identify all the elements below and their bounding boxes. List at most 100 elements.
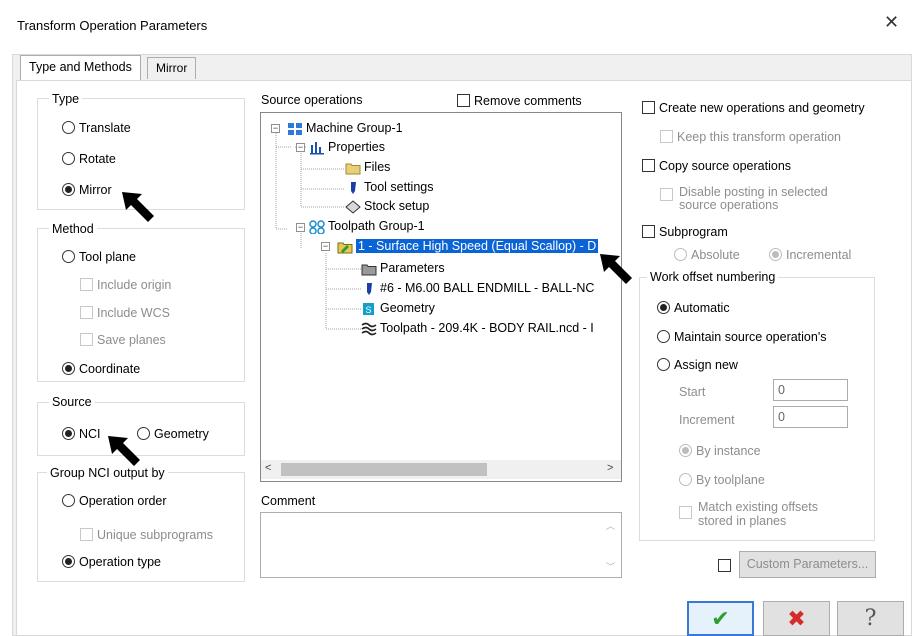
expander-operation[interactable]: − — [321, 242, 330, 251]
tab-type-and-methods[interactable]: Type and Methods — [20, 55, 141, 81]
checkbox-label: Save planes — [97, 332, 166, 347]
radio-label: Rotate — [79, 151, 116, 166]
tab-label: Type and Methods — [29, 60, 132, 74]
radio-label: Geometry — [154, 426, 209, 441]
cancel-button[interactable]: ✖ — [763, 601, 830, 636]
tree-item-tool-settings[interactable]: Tool settings — [345, 178, 433, 196]
tree-item-tool[interactable]: #6 - M6.00 BALL ENDMILL - BALL-NC — [361, 279, 594, 297]
radio-rotate[interactable]: Rotate — [62, 151, 116, 166]
checkbox-label: Subprogram — [659, 224, 728, 239]
source-operations-tree[interactable]: − Machine Group-1 − Properties Files Too… — [260, 112, 622, 482]
toolpath-icon — [361, 322, 377, 335]
tree-item-label: Tool settings — [364, 180, 434, 194]
checkbox-copy-source[interactable]: Copy source operations — [642, 158, 791, 173]
tab-mirror[interactable]: Mirror — [147, 57, 197, 79]
work-offset-label: Work offset numbering — [647, 270, 779, 284]
checkbox-icon — [457, 94, 470, 108]
radio-translate[interactable]: Translate — [62, 120, 131, 135]
increment-input[interactable]: 0 — [773, 406, 848, 428]
tree-item-toolpath[interactable]: Toolpath - 209.4K - BODY RAIL.ncd - I — [361, 319, 594, 337]
radio-label: Operation order — [79, 493, 167, 508]
checkbox-remove-comments[interactable]: Remove comments — [457, 93, 582, 108]
endmill-icon — [367, 282, 372, 295]
checkbox-include-wcs[interactable]: Include WCS — [80, 305, 170, 320]
checkbox-label: Match existing offsets stored in planes — [698, 500, 818, 528]
radio-icon — [657, 358, 670, 372]
tree-item-label: Properties — [328, 140, 385, 154]
parameters-folder-icon — [361, 264, 377, 276]
radio-tool-plane[interactable]: Tool plane — [62, 249, 136, 264]
radio-icon — [657, 330, 670, 344]
radio-mirror[interactable]: Mirror — [62, 182, 112, 197]
scroll-left-icon[interactable]: < — [265, 462, 271, 474]
checkbox-create-new[interactable]: Create new operations and geometry — [642, 100, 865, 115]
checkbox-label: Copy source operations — [659, 158, 792, 173]
checkbox-include-origin[interactable]: Include origin — [80, 277, 171, 292]
annotation-arrow-operation — [600, 254, 632, 284]
tree-item-files[interactable]: Files — [345, 158, 390, 176]
geometry-icon: S — [363, 302, 374, 315]
radio-label: Tool plane — [79, 249, 136, 264]
expander-machine-group[interactable]: − — [271, 124, 280, 133]
scroll-right-icon[interactable]: > — [607, 462, 613, 474]
radio-label: By toolplane — [696, 472, 765, 487]
checkbox-label: Include WCS — [97, 305, 170, 320]
radio-icon — [62, 183, 75, 197]
radio-assign-new[interactable]: Assign new — [657, 357, 738, 372]
checkbox-custom-parameters[interactable] — [718, 559, 731, 572]
radio-by-toolplane[interactable]: By toolplane — [679, 472, 765, 487]
tree-item-label: Machine Group-1 — [306, 121, 403, 135]
help-icon: ? — [864, 606, 877, 631]
scroll-up-icon[interactable]: ︿ — [606, 519, 615, 532]
radio-by-instance[interactable]: By instance — [679, 443, 761, 458]
radio-nci[interactable]: NCI — [62, 426, 101, 441]
scroll-down-icon[interactable]: ﹀ — [606, 560, 615, 573]
checkbox-unique-subprograms[interactable]: Unique subprograms — [80, 527, 213, 542]
tree-item-machine-group[interactable]: Machine Group-1 — [287, 119, 403, 137]
radio-operation-order[interactable]: Operation order — [62, 493, 167, 508]
tree-item-properties[interactable]: Properties — [309, 138, 385, 156]
radio-icon — [62, 427, 75, 441]
start-input[interactable]: 0 — [773, 379, 848, 401]
close-icon[interactable]: ✕ — [884, 12, 899, 33]
tree-item-label: Files — [364, 160, 391, 174]
help-button[interactable]: ? — [837, 601, 904, 636]
radio-label: NCI — [79, 426, 101, 441]
checkbox-save-planes[interactable]: Save planes — [80, 332, 166, 347]
properties-icon — [310, 141, 324, 155]
radio-absolute[interactable]: Absolute — [674, 247, 740, 262]
tree-item-label: Parameters — [380, 261, 445, 275]
increment-label: Increment — [679, 413, 735, 427]
checkbox-keep-transform[interactable]: Keep this transform operation — [660, 129, 841, 144]
radio-maintain[interactable]: Maintain source operation's — [657, 329, 826, 344]
scroll-thumb[interactable] — [281, 463, 487, 476]
tab-label: Mirror — [156, 61, 188, 75]
source-group-label: Source — [49, 395, 95, 409]
radio-icon — [62, 555, 75, 569]
comment-textarea[interactable]: ︿ ﹀ — [260, 512, 622, 578]
tree-horizontal-scrollbar[interactable]: < > — [261, 460, 621, 479]
checkbox-subprogram[interactable]: Subprogram — [642, 224, 728, 239]
radio-icon — [62, 362, 75, 376]
tree-item-parameters[interactable]: Parameters — [361, 259, 445, 277]
radio-icon — [674, 248, 687, 262]
radio-incremental[interactable]: Incremental — [769, 247, 851, 262]
checkbox-icon — [660, 130, 673, 144]
radio-coordinate[interactable]: Coordinate — [62, 361, 140, 376]
radio-icon — [679, 473, 692, 487]
tree-item-operation[interactable]: 1 - Surface High Speed (Equal Scallop) -… — [337, 237, 599, 255]
radio-label: Assign new — [674, 357, 738, 372]
toolpath-group-icon — [309, 219, 325, 234]
custom-parameters-button[interactable]: Custom Parameters... — [739, 551, 876, 578]
radio-icon — [62, 494, 75, 508]
tree-item-toolpath-group[interactable]: Toolpath Group-1 — [309, 217, 425, 235]
tree-item-geometry[interactable]: S Geometry — [361, 299, 435, 317]
tree-item-label: Stock setup — [364, 199, 430, 213]
radio-automatic[interactable]: Automatic — [657, 300, 730, 315]
radio-operation-type[interactable]: Operation type — [62, 554, 161, 569]
ok-button[interactable]: ✔ — [687, 601, 754, 636]
annotation-arrow-nci — [108, 436, 140, 466]
expander-properties[interactable]: − — [296, 143, 305, 152]
tree-item-stock-setup[interactable]: Stock setup — [345, 197, 429, 215]
expander-toolpath-group[interactable]: − — [296, 223, 305, 232]
